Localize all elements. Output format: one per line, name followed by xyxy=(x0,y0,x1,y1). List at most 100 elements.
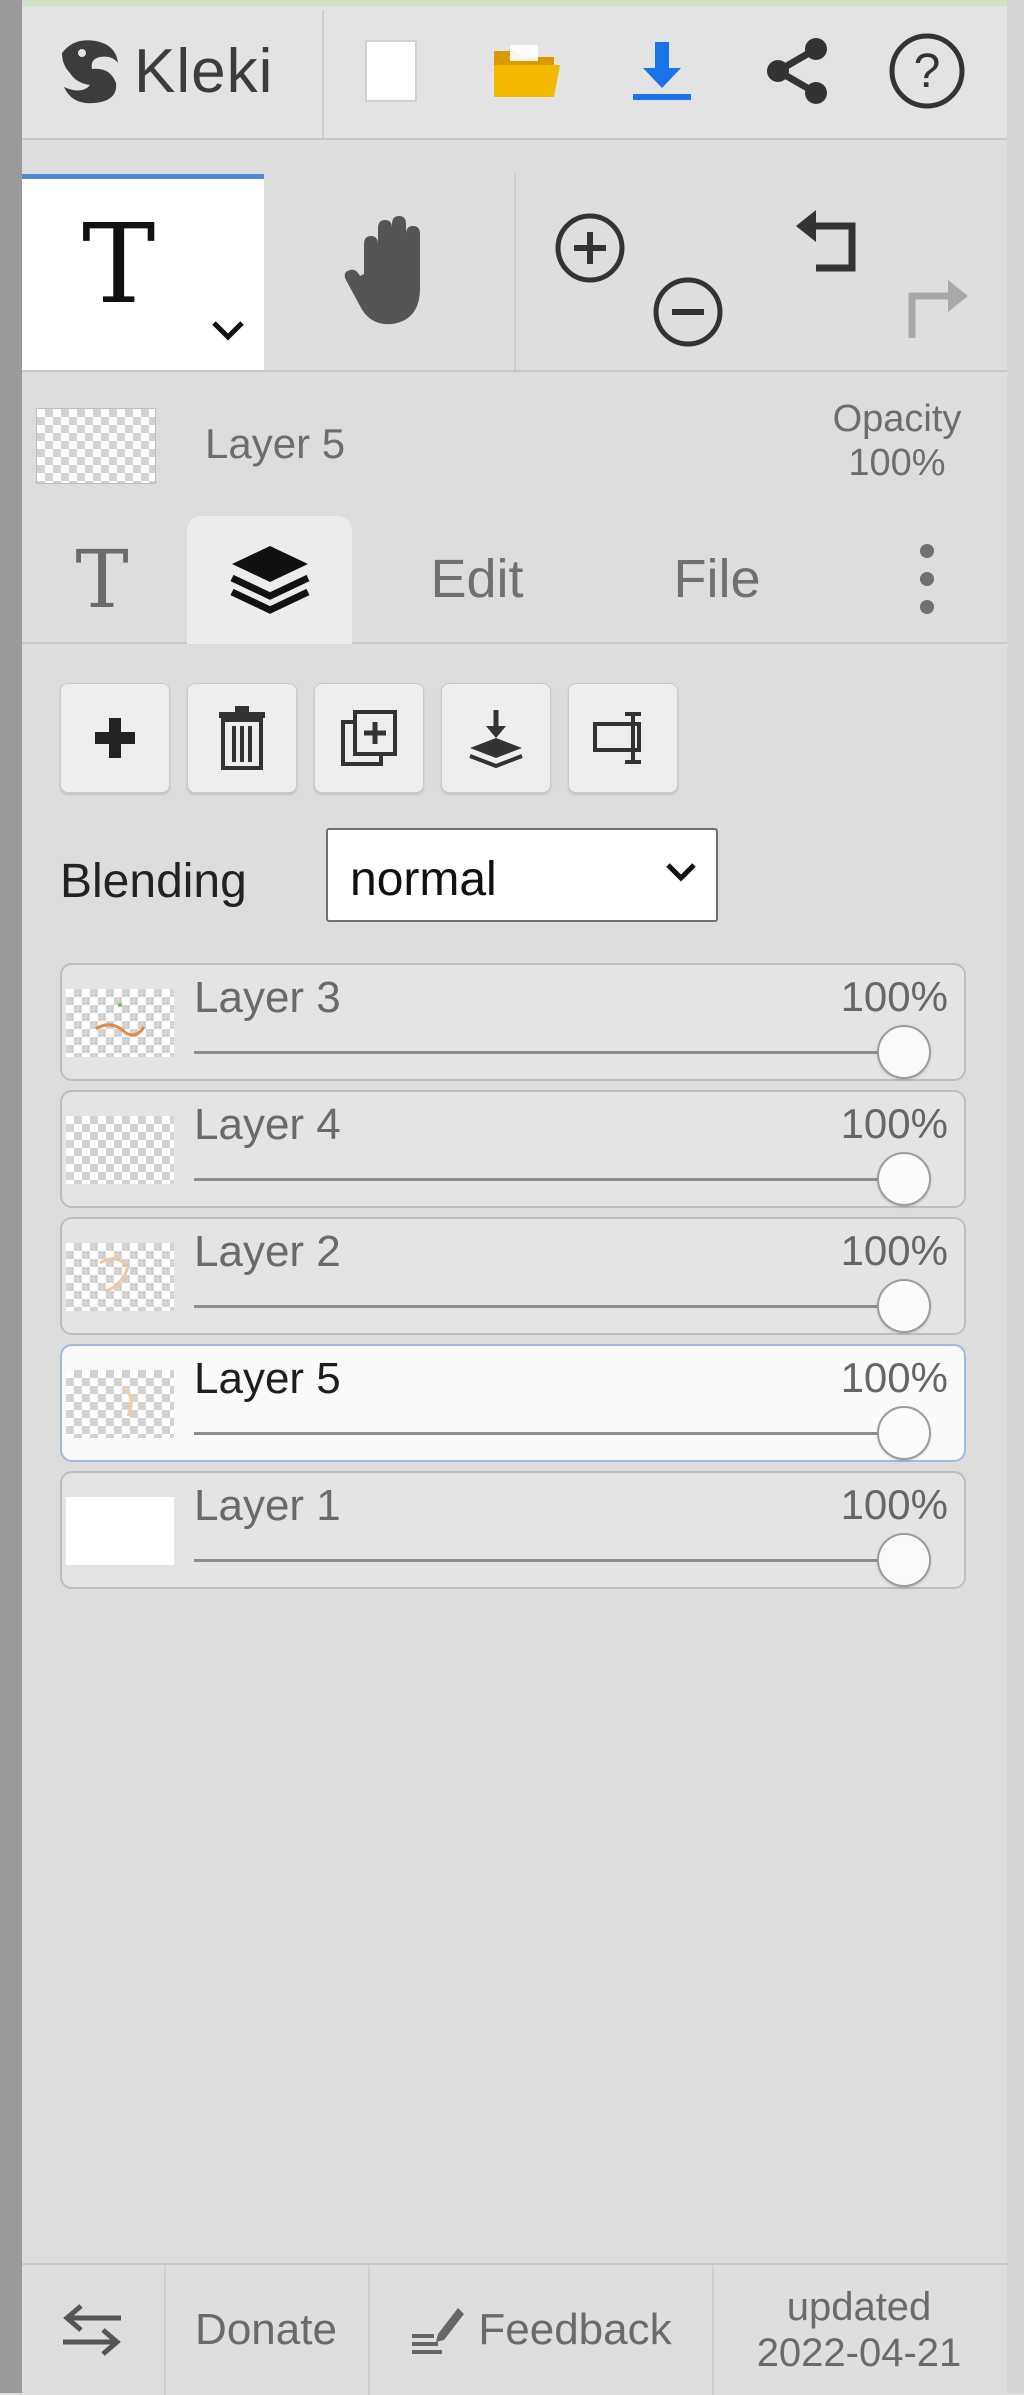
add-layer-button[interactable] xyxy=(60,683,170,793)
share-button[interactable] xyxy=(757,31,837,111)
open-folder-icon xyxy=(494,45,560,97)
layer-opacity: 100% xyxy=(840,1227,948,1274)
donate-link[interactable]: Donate xyxy=(166,2265,366,2395)
layer-thumbnail xyxy=(66,989,174,1057)
new-file-button[interactable] xyxy=(352,31,432,111)
share-icon xyxy=(767,38,827,104)
app-name: Kleki xyxy=(134,36,274,106)
download-button[interactable] xyxy=(622,31,702,111)
plus-icon xyxy=(95,718,135,758)
updated-info[interactable]: updated 2022-04-21 xyxy=(714,2265,1004,2395)
toolbar-divider xyxy=(322,10,324,138)
opacity-slider-track[interactable] xyxy=(194,1559,904,1562)
top-toolbar: Kleki ? xyxy=(22,6,1007,140)
duplicate-layer-button[interactable] xyxy=(314,683,424,793)
rename-layer-button[interactable] xyxy=(568,683,678,793)
opacity-label: Opacity xyxy=(832,398,962,440)
layer-opacity: 100% xyxy=(840,973,948,1020)
trash-icon xyxy=(219,706,265,770)
sketch-mark xyxy=(95,1003,146,1037)
help-button[interactable]: ? xyxy=(887,31,967,111)
swap-sides-button[interactable] xyxy=(22,2265,162,2395)
blending-select[interactable]: normal xyxy=(326,828,718,922)
kleki-logo[interactable]: Kleki xyxy=(52,26,332,116)
updated-label: updated xyxy=(786,2285,932,2329)
layer-name: Layer 1 xyxy=(194,1481,341,1530)
tab-file[interactable]: File xyxy=(642,516,792,642)
opacity-slider-track[interactable] xyxy=(194,1432,904,1435)
panel-right-edge xyxy=(1007,0,1024,2393)
tab-edit[interactable]: Edit xyxy=(402,516,552,642)
opacity-slider-track[interactable] xyxy=(194,1305,904,1308)
feedback-label: Feedback xyxy=(478,2305,672,2354)
more-vertical-icon xyxy=(920,544,934,614)
tab-bar: T Edit File xyxy=(22,516,1007,644)
hand-tool-icon[interactable] xyxy=(342,214,442,334)
current-layer-name: Layer 5 xyxy=(205,420,346,467)
current-layer-header: Layer 5 Opacity 100% xyxy=(22,382,1007,502)
layer-thumbnail xyxy=(66,1243,174,1311)
tab-more[interactable] xyxy=(902,516,952,642)
layer-thumbnail xyxy=(66,1116,174,1184)
tool-row: T xyxy=(22,174,1007,372)
chevron-down-icon xyxy=(666,863,696,882)
layer-row[interactable]: Layer 2 100% xyxy=(60,1217,966,1335)
layer-row-active[interactable]: Layer 5 100% xyxy=(60,1344,966,1462)
layer-opacity: 100% xyxy=(840,1100,948,1147)
layer-row[interactable]: Layer 3 100% xyxy=(60,963,966,1081)
layer-thumbnail xyxy=(66,1370,174,1438)
feedback-link[interactable]: Feedback xyxy=(370,2265,710,2395)
kleki-logo-icon xyxy=(62,40,118,104)
redo-icon[interactable] xyxy=(892,274,972,350)
duplicate-icon xyxy=(341,710,397,766)
tab-layers[interactable] xyxy=(187,516,352,644)
swap-arrows-icon xyxy=(63,2304,121,2356)
layer-row[interactable]: Layer 1 100% xyxy=(60,1471,966,1589)
layer-name: Layer 3 xyxy=(194,973,341,1022)
layer-opacity: 100% xyxy=(840,1354,948,1401)
tab-text[interactable]: T xyxy=(52,516,152,642)
zoom-in-icon[interactable] xyxy=(552,210,628,286)
current-layer-thumbnail xyxy=(36,408,156,484)
text-tool-button[interactable]: T xyxy=(22,174,264,370)
open-file-button[interactable] xyxy=(487,31,567,111)
updated-date: 2022-04-21 xyxy=(756,2331,962,2375)
help-icon: ? xyxy=(889,33,965,109)
opacity-slider-track[interactable] xyxy=(194,1178,904,1181)
tool-row-divider xyxy=(514,174,516,370)
text-tool-icon: T xyxy=(82,200,156,328)
canvas-edge xyxy=(0,0,22,2393)
layer-name: Layer 4 xyxy=(194,1100,341,1149)
footer-bar: Donate Feedback updated 2022-04-21 xyxy=(22,2263,1007,2395)
opacity-slider-track[interactable] xyxy=(194,1051,904,1054)
layer-thumbnail xyxy=(66,1497,174,1565)
merge-down-icon xyxy=(469,710,523,768)
undo-icon[interactable] xyxy=(792,204,872,280)
delete-layer-button[interactable] xyxy=(187,683,297,793)
blending-value: normal xyxy=(350,853,497,906)
sketch-mark xyxy=(99,1257,130,1293)
layer-name: Layer 5 xyxy=(194,1354,341,1403)
rename-icon xyxy=(593,712,641,764)
chevron-down-icon[interactable] xyxy=(210,317,246,341)
opacity-slider-handle[interactable] xyxy=(877,1152,931,1206)
layer-opacity: 100% xyxy=(840,1481,948,1528)
opacity-slider-handle[interactable] xyxy=(877,1279,931,1333)
feedback-pen-icon xyxy=(412,2308,465,2354)
new-file-icon xyxy=(365,40,417,102)
layers-icon xyxy=(230,546,309,614)
opacity-slider-handle[interactable] xyxy=(877,1025,931,1079)
opacity-slider-handle[interactable] xyxy=(877,1533,931,1587)
zoom-out-icon[interactable] xyxy=(650,274,726,350)
download-icon xyxy=(633,42,691,100)
sketch-mark xyxy=(122,1386,133,1417)
layer-name: Layer 2 xyxy=(194,1227,341,1276)
merge-down-button[interactable] xyxy=(441,683,551,793)
opacity-slider-handle[interactable] xyxy=(877,1406,931,1460)
blending-label: Blending xyxy=(60,855,247,908)
opacity-value: 100% xyxy=(848,442,946,484)
blending-row: Blending normal xyxy=(60,828,960,928)
layer-row[interactable]: Layer 4 100% xyxy=(60,1090,966,1208)
text-tab-icon: T xyxy=(75,532,129,626)
sidebar-panel: Kleki ? T Layer 5 Opacity 100% T Edit Fi… xyxy=(22,6,1007,2395)
